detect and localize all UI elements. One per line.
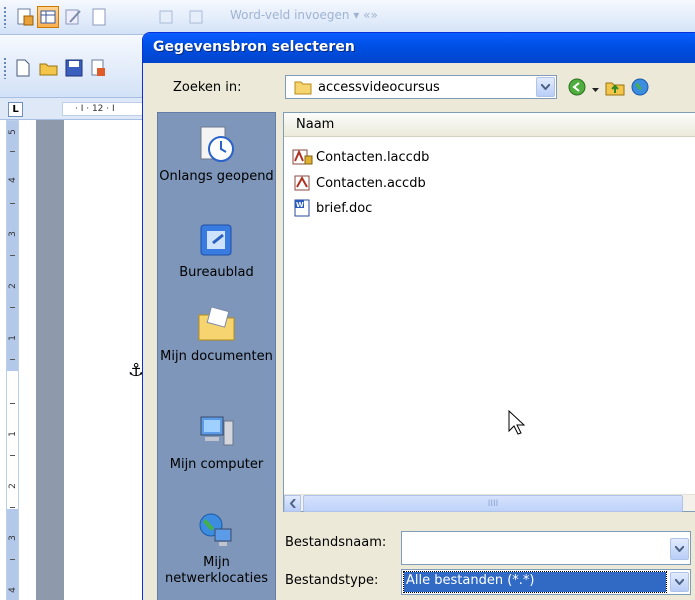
file-name: brief.doc — [316, 200, 373, 216]
place-label: Mijn computer — [169, 457, 264, 472]
file-list[interactable]: Naam Contacten.laccdb Contacten.accdb W … — [283, 112, 695, 512]
permission-icon[interactable] — [87, 57, 109, 79]
open-folder-icon[interactable] — [38, 57, 60, 79]
ruler-tick — [10, 403, 15, 404]
new-document-icon[interactable] — [12, 57, 34, 79]
filename-field[interactable] — [401, 531, 691, 565]
place-recent[interactable]: Onlangs geopend — [158, 125, 275, 185]
place-network[interactable]: Mijn netwerklocaties — [158, 511, 275, 587]
place-label: Mijn netwerklocaties — [165, 555, 268, 586]
look-in-label: Zoeken in: — [173, 80, 242, 95]
web-search-icon[interactable] — [631, 78, 649, 100]
my-documents-icon — [198, 306, 234, 341]
place-label: Bureaublad — [179, 265, 254, 280]
faded-toolbar-icon[interactable] — [155, 6, 177, 28]
place-my-documents[interactable]: Mijn documenten — [158, 305, 275, 365]
file-item[interactable]: Contacten.laccdb — [292, 148, 429, 166]
network-icon — [199, 513, 231, 546]
vertical-ruler[interactable]: 5 4 3 2 1 1 2 3 4 — [6, 120, 19, 600]
column-header-name[interactable]: Naam — [284, 113, 695, 137]
ruler-tick — [10, 255, 15, 256]
navigation-toolbar — [568, 78, 649, 100]
horizontal-ruler[interactable]: · I · 12 · I — [62, 102, 152, 116]
edit-recipients-icon[interactable] — [62, 6, 84, 28]
my-computer-icon — [200, 416, 233, 446]
ruler-tick — [10, 203, 15, 204]
ruler-number: 1 — [8, 431, 18, 437]
desktop-icon — [200, 224, 231, 256]
toolbar-grip-2[interactable] — [3, 57, 7, 79]
ruler-tick — [10, 307, 15, 308]
place-desktop[interactable]: Bureaublad — [158, 221, 275, 281]
chevron-down-icon[interactable] — [536, 77, 555, 97]
file-name: Contacten.laccdb — [316, 149, 430, 165]
place-label: Mijn documenten — [160, 349, 273, 364]
ruler-tick — [10, 359, 15, 360]
chevron-down-icon[interactable] — [670, 572, 689, 592]
open-data-source-icon[interactable] — [37, 6, 59, 28]
back-icon[interactable] — [568, 78, 586, 100]
insert-word-field-text: Word-veld invoegen ▾ «» — [230, 8, 378, 22]
filetype-dropdown[interactable]: Alle bestanden (*.*) — [401, 569, 691, 595]
ruler-tick — [10, 559, 15, 560]
ruler-number: 2 — [8, 283, 18, 289]
ruler-tick — [10, 151, 15, 152]
horizontal-scrollbar[interactable]: IIII — [284, 494, 695, 512]
scroll-thumb[interactable]: IIII — [303, 495, 683, 512]
mail-merge-main-document-icon[interactable] — [14, 6, 36, 28]
document-icon[interactable] — [88, 6, 110, 28]
ruler-tick — [10, 507, 15, 508]
filetype-value: Alle bestanden (*.*) — [403, 571, 667, 593]
page-edge — [36, 120, 64, 600]
filename-label: Bestandsnaam: — [285, 535, 387, 550]
file-name: Contacten.accdb — [316, 175, 426, 191]
access-lock-icon — [292, 149, 313, 165]
ruler-number: 5 — [8, 129, 18, 135]
tab-selector[interactable]: L — [8, 102, 23, 117]
ruler-number: 4 — [8, 587, 18, 593]
back-dropdown-arrow-icon[interactable] — [592, 82, 599, 97]
folder-icon — [294, 81, 312, 95]
file-item[interactable]: Contacten.accdb — [292, 174, 426, 192]
svg-text:W: W — [296, 201, 304, 209]
up-one-level-icon[interactable] — [605, 78, 625, 100]
look-in-value: accessvideocursus — [318, 79, 440, 95]
places-bar: Onlangs geopend Bureaublad Mijn document… — [157, 112, 276, 600]
file-item[interactable]: W brief.doc — [292, 199, 372, 217]
word-doc-icon: W — [294, 199, 310, 217]
place-label: Onlangs geopend — [159, 169, 274, 184]
toolbar-grip[interactable] — [3, 6, 7, 28]
filetype-label: Bestandstype: — [285, 573, 379, 588]
word-toolbar-top: Word-veld invoegen ▾ «» — [0, 0, 695, 35]
place-my-computer[interactable]: Mijn computer — [158, 413, 275, 473]
ruler-number: 1 — [8, 335, 18, 341]
access-db-icon — [294, 175, 310, 191]
mouse-cursor-icon — [508, 410, 526, 435]
faded-toolbar-icon-2[interactable] — [185, 6, 207, 28]
chevron-down-icon[interactable] — [670, 538, 689, 560]
select-data-source-dialog: Gegevensbron selecteren Zoeken in: acces… — [142, 32, 695, 600]
ruler-number: 4 — [8, 177, 18, 183]
dialog-title[interactable]: Gegevensbron selecteren — [143, 33, 695, 63]
recent-icon — [200, 126, 234, 162]
ruler-tick — [10, 455, 15, 456]
ruler-number: 3 — [8, 535, 18, 541]
scroll-left-icon[interactable] — [284, 495, 301, 512]
look-in-dropdown[interactable]: accessvideocursus — [285, 75, 557, 99]
ruler-number: 2 — [8, 483, 18, 489]
ruler-number: 3 — [8, 231, 18, 237]
save-icon[interactable] — [63, 57, 85, 79]
